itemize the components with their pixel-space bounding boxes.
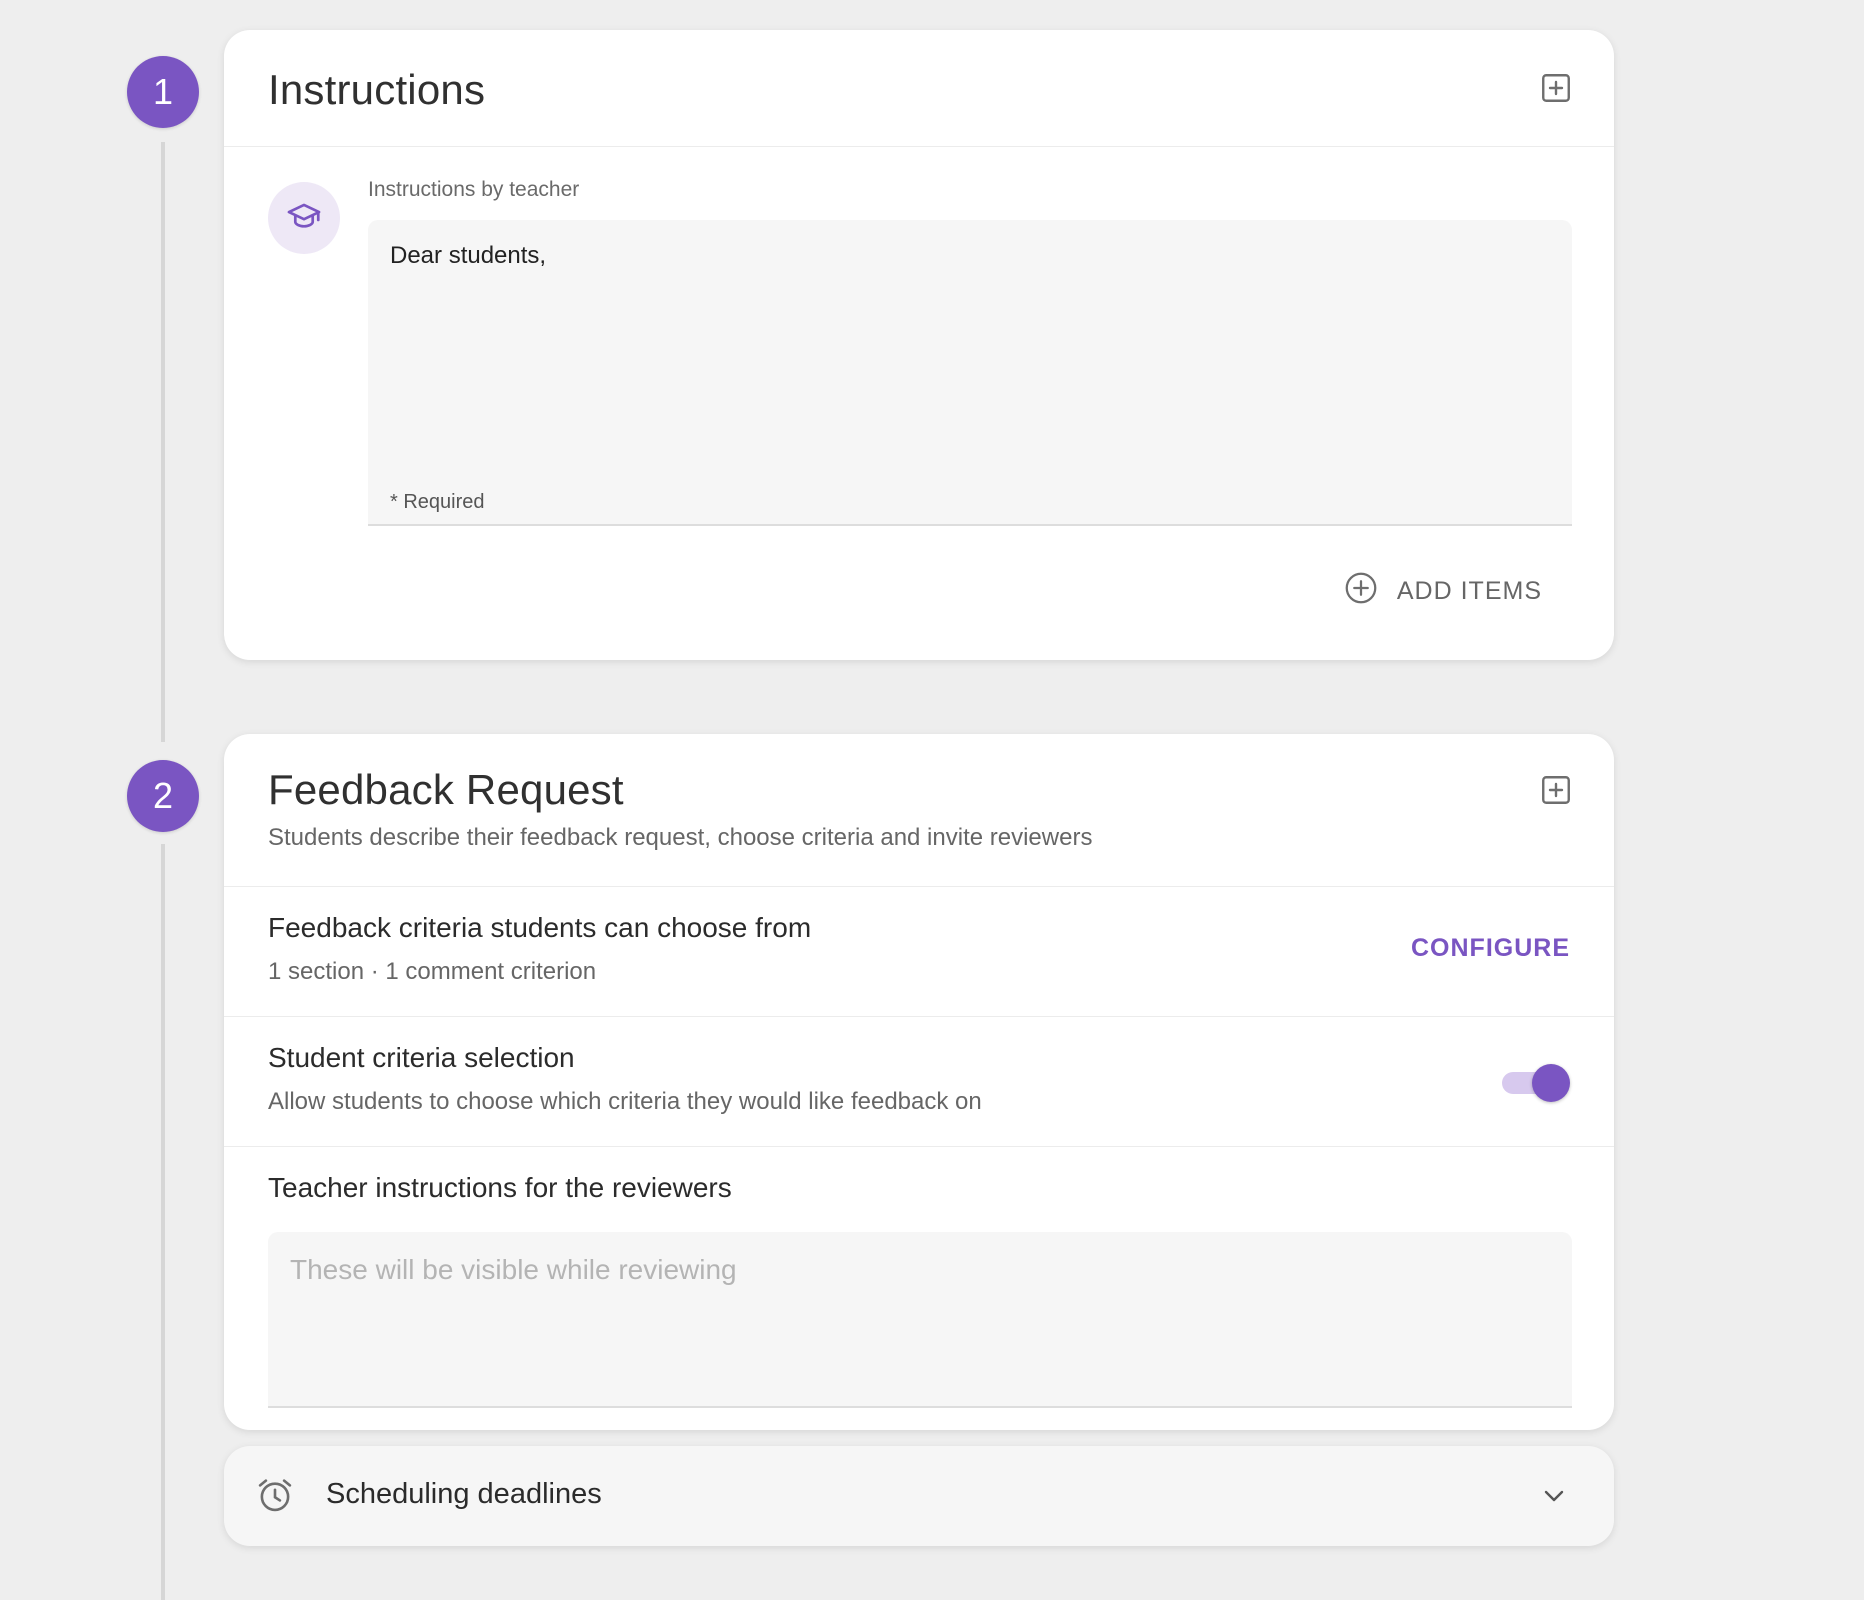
timeline-line — [161, 844, 165, 1600]
step-badge-2: 2 — [127, 760, 199, 832]
teacher-avatar — [268, 182, 340, 254]
divider — [224, 1146, 1614, 1147]
criteria-summary: 1 section · 1 comment criterion — [268, 958, 597, 985]
add-items-label: ADD ITEMS — [1396, 577, 1542, 605]
scheduling-deadlines-panel[interactable]: Scheduling deadlines — [224, 1446, 1614, 1546]
toggle-knob — [1532, 1064, 1570, 1102]
criteria-title: Feedback criteria students can choose fr… — [268, 912, 812, 943]
step-badge-1: 1 — [127, 56, 199, 128]
note-add-icon[interactable] — [1538, 70, 1574, 106]
student-selection-toggle[interactable] — [1502, 1062, 1570, 1102]
configure-button[interactable]: CONFIGURE — [1411, 934, 1570, 963]
instructions-card: Instructions Instructions by teacher Dea… — [224, 30, 1614, 660]
instructions-field-label: Instructions by teacher — [368, 178, 580, 201]
add-items-button[interactable]: ADD ITEMS — [1343, 570, 1542, 613]
required-hint: * Required — [390, 491, 485, 513]
reviewer-instructions-input[interactable]: These will be visible while reviewing — [268, 1232, 1572, 1408]
card-title: Feedback Request — [268, 766, 624, 813]
note-add-icon[interactable] — [1538, 772, 1574, 808]
reviewer-instructions-placeholder: These will be visible while reviewing — [290, 1254, 737, 1285]
add-circle-icon — [1343, 570, 1379, 613]
student-selection-title: Student criteria selection — [268, 1042, 575, 1073]
graduation-cap-icon — [285, 197, 323, 240]
instructions-value: Dear students, — [390, 242, 547, 269]
instructions-textarea[interactable]: Dear students, * Required — [368, 220, 1572, 526]
divider — [224, 886, 1614, 887]
scheduling-deadlines-label: Scheduling deadlines — [326, 1478, 602, 1510]
feedback-request-card: Feedback Request Students describe their… — [224, 734, 1614, 1430]
divider — [224, 146, 1614, 147]
student-selection-description: Allow students to choose which criteria … — [268, 1088, 982, 1115]
reviewer-instructions-title: Teacher instructions for the reviewers — [268, 1172, 732, 1203]
card-title: Instructions — [268, 66, 486, 113]
divider — [224, 1016, 1614, 1017]
chevron-down-icon[interactable] — [1538, 1480, 1570, 1517]
alarm-icon — [254, 1474, 296, 1521]
timeline-line — [161, 142, 165, 742]
card-subtitle: Students describe their feedback request… — [268, 824, 1093, 851]
